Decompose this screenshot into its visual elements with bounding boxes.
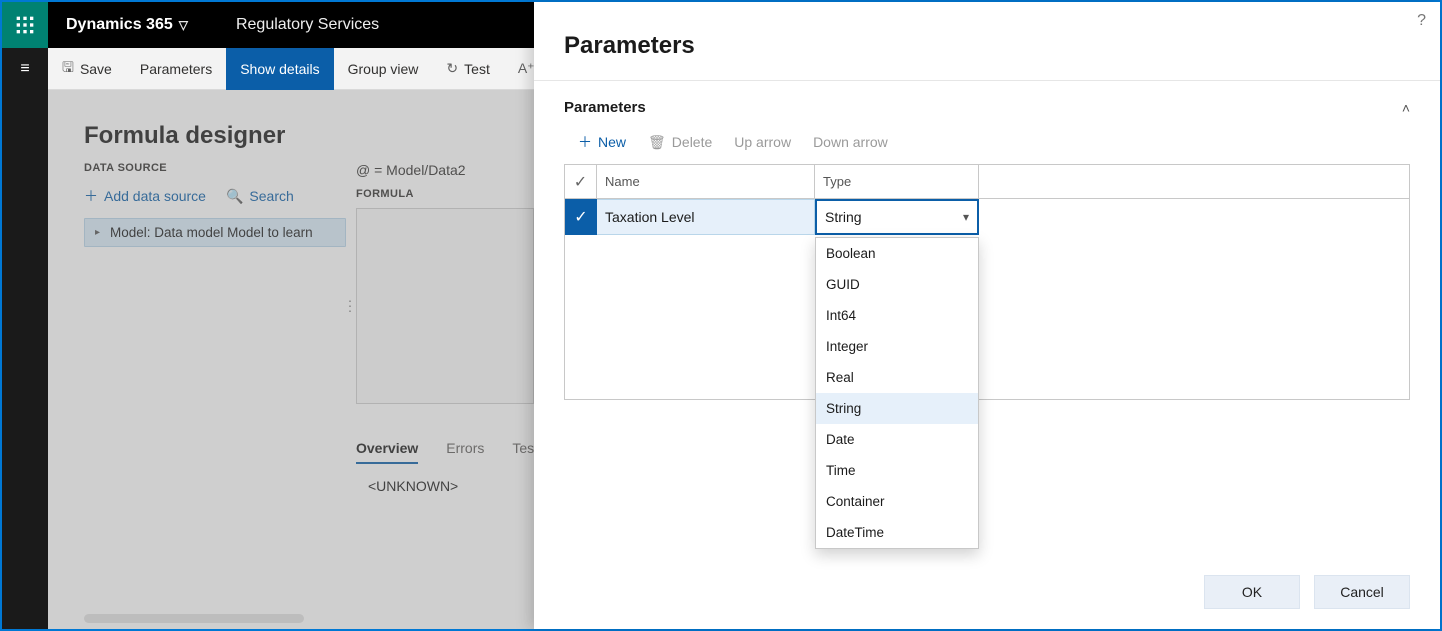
parameters-panel: ? Parameters Parameters ˄ ＋ New 🗑 Delete…	[534, 2, 1440, 629]
type-option[interactable]: Integer	[816, 331, 978, 362]
parameters-button[interactable]: Parameters	[126, 48, 226, 90]
help-button[interactable]: ?	[1417, 12, 1426, 30]
refresh-icon: ↻	[446, 60, 458, 77]
test-button[interactable]: ↻ Test	[432, 48, 503, 90]
app-launcher-button[interactable]	[2, 2, 48, 48]
column-header-type[interactable]: Type	[815, 165, 979, 198]
group-view-label: Group view	[348, 61, 419, 77]
parameter-name-cell[interactable]: Taxation Level	[597, 199, 815, 235]
chevron-down-icon: ▾	[963, 210, 969, 224]
section-label: Parameters	[564, 99, 646, 116]
down-arrow-button[interactable]: Down arrow	[813, 134, 888, 150]
save-icon: 🖫	[62, 57, 74, 81]
nav-menu-button[interactable]: ≡	[2, 48, 48, 90]
parameter-type-dropdown[interactable]: String ▾ BooleanGUIDInt64IntegerRealStri…	[815, 199, 979, 235]
type-option[interactable]: DateTime	[816, 517, 978, 548]
save-button[interactable]: 🖫 Save	[48, 48, 126, 90]
type-option[interactable]: Real	[816, 362, 978, 393]
brand-label: Dynamics 365	[66, 16, 173, 34]
check-icon: ✓	[574, 207, 587, 227]
new-label: New	[598, 134, 626, 150]
parameters-section-header[interactable]: Parameters ˄	[534, 81, 1440, 128]
chevron-up-icon: ˄	[1402, 100, 1410, 116]
cancel-button[interactable]: Cancel	[1314, 575, 1410, 609]
type-option[interactable]: Int64	[816, 300, 978, 331]
delete-parameter-button[interactable]: 🗑 Delete	[648, 134, 712, 151]
type-dropdown-list: BooleanGUIDInt64IntegerRealStringDateTim…	[815, 237, 979, 549]
trash-icon: 🗑	[648, 134, 666, 151]
column-header-name[interactable]: Name	[597, 165, 815, 198]
waffle-icon	[15, 15, 35, 35]
parameters-grid: ✓ Name Type ✓ Taxation Level String ▾	[564, 164, 1410, 400]
row-select-checkbox[interactable]: ✓	[565, 199, 597, 235]
up-label: Up arrow	[734, 134, 791, 150]
grid-body: ✓ Taxation Level String ▾ BooleanGUIDInt…	[565, 199, 1409, 399]
parameters-label: Parameters	[140, 61, 212, 77]
plus-icon: ＋	[578, 132, 592, 152]
test-label: Test	[464, 61, 490, 77]
app-root: Dynamics 365 ▽ Regulatory Services ≡ 🖫 S…	[0, 0, 1442, 631]
show-details-label: Show details	[240, 61, 319, 77]
type-option[interactable]: GUID	[816, 269, 978, 300]
down-label: Down arrow	[813, 134, 888, 150]
panel-title: Parameters	[534, 2, 1440, 81]
panel-footer: OK Cancel	[1204, 575, 1410, 609]
check-icon: ✓	[574, 172, 587, 192]
parameter-type-value: String	[825, 209, 862, 225]
parameter-name-value: Taxation Level	[605, 209, 695, 225]
group-view-button[interactable]: Group view	[334, 48, 433, 90]
show-details-button[interactable]: Show details	[226, 48, 333, 90]
up-arrow-button[interactable]: Up arrow	[734, 134, 791, 150]
type-option[interactable]: Time	[816, 455, 978, 486]
type-option[interactable]: Boolean	[816, 238, 978, 269]
chevron-down-icon: ▽	[179, 18, 188, 32]
help-icon: ?	[1417, 12, 1426, 29]
table-row: ✓ Taxation Level String ▾ BooleanGUIDInt…	[565, 199, 1409, 235]
select-all-header[interactable]: ✓	[565, 165, 597, 198]
hamburger-icon: ≡	[20, 60, 29, 78]
type-option[interactable]: Date	[816, 424, 978, 455]
translate-icon: A⁺	[518, 60, 535, 77]
type-option[interactable]: String	[816, 393, 978, 424]
save-label: Save	[80, 61, 112, 77]
ok-button[interactable]: OK	[1204, 575, 1300, 609]
left-nav-rail	[2, 48, 48, 629]
column-header-spacer	[979, 165, 1409, 198]
brand-switcher[interactable]: Dynamics 365 ▽	[66, 16, 188, 34]
new-parameter-button[interactable]: ＋ New	[578, 132, 626, 152]
delete-label: Delete	[672, 134, 712, 150]
grid-header-row: ✓ Name Type	[565, 165, 1409, 199]
parameters-commands: ＋ New 🗑 Delete Up arrow Down arrow	[534, 128, 1440, 164]
module-title: Regulatory Services	[236, 16, 379, 34]
type-option[interactable]: Container	[816, 486, 978, 517]
